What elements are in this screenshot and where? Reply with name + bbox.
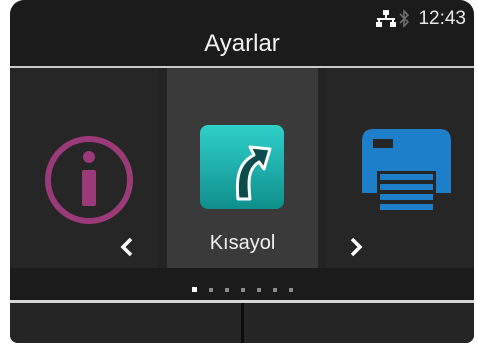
status-time: 12:43 (418, 8, 466, 29)
menu-tile-shortcut[interactable]: Kısayol (167, 68, 318, 268)
softkey-left-button[interactable] (10, 303, 241, 343)
menu-carousel: Kısayol (10, 68, 474, 268)
page-dot (208, 288, 213, 292)
chevron-left-icon[interactable] (119, 236, 135, 258)
page-indicator (10, 285, 474, 293)
wired-network-icon (376, 10, 396, 27)
page-dot (288, 288, 293, 292)
page-title: Ayarlar (204, 30, 280, 57)
status-bar: 12:43 (10, 0, 474, 34)
info-icon (45, 136, 133, 224)
page-dot (256, 288, 261, 292)
shortcut-icon (200, 125, 284, 209)
menu-tile-label: Kısayol (209, 232, 276, 254)
bluetooth-icon (399, 9, 409, 28)
page-dot (224, 288, 229, 292)
page-dot-active (191, 287, 197, 292)
menu-tile-info[interactable] (10, 68, 158, 268)
device-screen: 12:43 Ayarlar Kısayol (10, 0, 474, 343)
chevron-right-icon[interactable] (348, 236, 364, 258)
printer-icon (362, 129, 451, 215)
page-dot (272, 288, 277, 292)
page-dot (240, 288, 245, 292)
softkey-right-button[interactable] (244, 303, 474, 343)
menu-tile-printer[interactable] (326, 68, 474, 268)
